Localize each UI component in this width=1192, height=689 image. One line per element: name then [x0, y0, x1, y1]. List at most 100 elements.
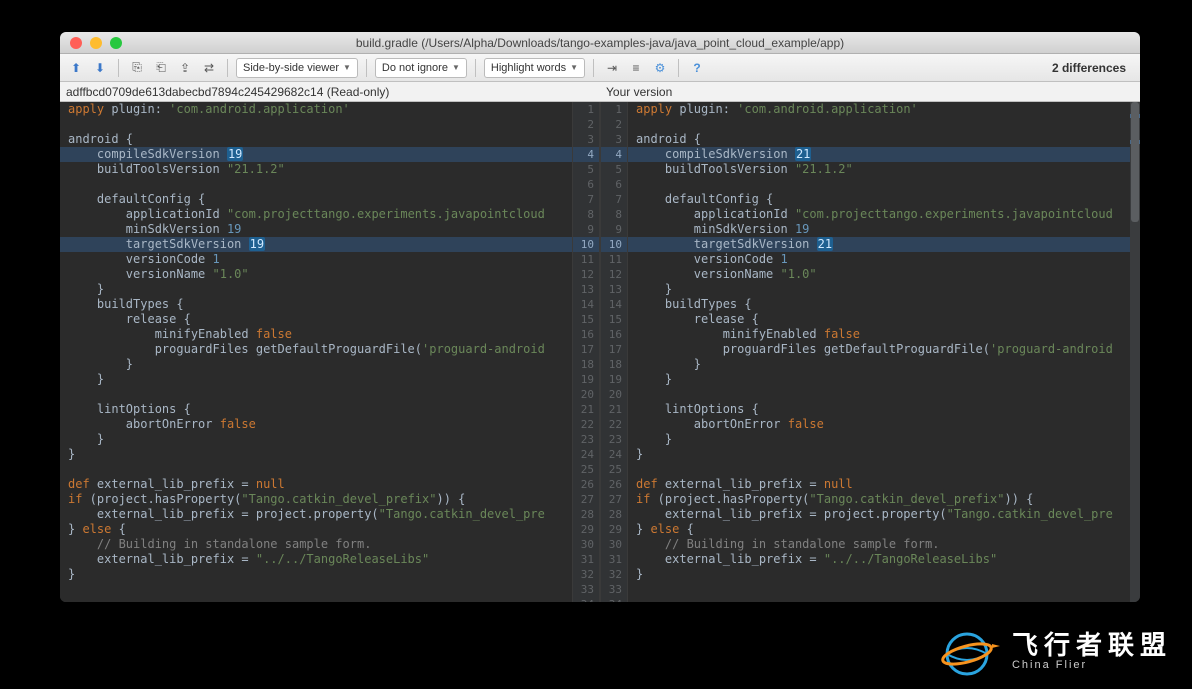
code-line[interactable] — [628, 597, 1140, 602]
code-line[interactable]: apply plugin: 'com.android.application' — [628, 102, 1140, 117]
code-line[interactable]: if (project.hasProperty("Tango.catkin_de… — [60, 492, 572, 507]
code-line[interactable]: external_lib_prefix = "../../TangoReleas… — [628, 552, 1140, 567]
close-icon[interactable] — [70, 37, 82, 49]
code-line[interactable]: } — [60, 372, 572, 387]
code-line[interactable]: minSdkVersion 19 — [628, 222, 1140, 237]
gutter-row[interactable]: 1919 — [572, 372, 628, 387]
code-line[interactable]: } — [60, 432, 572, 447]
gutter-row[interactable]: 22 — [572, 117, 628, 132]
zoom-icon[interactable] — [110, 37, 122, 49]
code-line[interactable]: defaultConfig { — [628, 192, 1140, 207]
code-line[interactable]: compileSdkVersion 19 — [60, 147, 572, 162]
gutter-row[interactable]: 11 — [572, 102, 628, 117]
code-line[interactable]: lintOptions { — [60, 402, 572, 417]
gutter-row[interactable]: 2828 — [572, 507, 628, 522]
code-line[interactable]: proguardFiles getDefaultProguardFile('pr… — [60, 342, 572, 357]
code-line[interactable]: applicationId "com.projecttango.experime… — [628, 207, 1140, 222]
gutter-row[interactable]: 3232 — [572, 567, 628, 582]
code-line[interactable]: external_lib_prefix = "../../TangoReleas… — [60, 552, 572, 567]
code-line[interactable] — [60, 117, 572, 132]
gutter-row[interactable]: 2525 — [572, 462, 628, 477]
sync-scroll-icon[interactable]: ≡ — [626, 58, 646, 78]
code-line[interactable]: release { — [628, 312, 1140, 327]
ignore-mode-select[interactable]: Do not ignore ▼ — [375, 58, 467, 78]
gutter-row[interactable]: 33 — [572, 132, 628, 147]
swap-icon[interactable]: ⇄ — [199, 58, 219, 78]
code-line[interactable]: buildTypes { — [628, 297, 1140, 312]
code-line[interactable] — [628, 117, 1140, 132]
code-line[interactable]: release { — [60, 312, 572, 327]
scroll-thumb[interactable] — [1131, 102, 1139, 222]
code-line[interactable] — [60, 177, 572, 192]
code-line[interactable]: } — [628, 447, 1140, 462]
titlebar[interactable]: build.gradle (/Users/Alpha/Downloads/tan… — [60, 32, 1140, 54]
help-icon[interactable]: ? — [687, 58, 707, 78]
gutter-row[interactable]: 2222 — [572, 417, 628, 432]
gutter-row[interactable]: 1717 — [572, 342, 628, 357]
code-line[interactable]: proguardFiles getDefaultProguardFile('pr… — [628, 342, 1140, 357]
gutter-row[interactable]: 2323 — [572, 432, 628, 447]
highlight-mode-select[interactable]: Highlight words ▼ — [484, 58, 585, 78]
export-icon[interactable]: ⇪ — [175, 58, 195, 78]
collapse-icon[interactable]: ⇥ — [602, 58, 622, 78]
gutter-row[interactable]: 3333 — [572, 582, 628, 597]
minimize-icon[interactable] — [90, 37, 102, 49]
code-line[interactable] — [628, 387, 1140, 402]
gutter-row[interactable]: 2727 — [572, 492, 628, 507]
code-line[interactable]: versionName "1.0" — [60, 267, 572, 282]
left-pane[interactable]: apply plugin: 'com.android.application' a… — [60, 102, 572, 602]
code-line[interactable] — [60, 462, 572, 477]
code-line[interactable]: minifyEnabled false — [628, 327, 1140, 342]
code-line[interactable] — [60, 597, 572, 602]
code-line[interactable]: targetSdkVersion 21 — [628, 237, 1140, 252]
gutter-row[interactable]: 1313 — [572, 282, 628, 297]
code-line[interactable]: } — [628, 372, 1140, 387]
code-line[interactable]: } — [628, 567, 1140, 582]
code-line[interactable]: external_lib_prefix = project.property("… — [60, 507, 572, 522]
code-line[interactable]: versionCode 1 — [60, 252, 572, 267]
gutter-row[interactable]: 2020 — [572, 387, 628, 402]
code-line[interactable]: def external_lib_prefix = null — [628, 477, 1140, 492]
gutter-row[interactable]: 55 — [572, 162, 628, 177]
gutter-row[interactable]: 99 — [572, 222, 628, 237]
code-line[interactable]: } else { — [60, 522, 572, 537]
code-line[interactable]: buildToolsVersion "21.1.2" — [628, 162, 1140, 177]
code-line[interactable]: apply plugin: 'com.android.application' — [60, 102, 572, 117]
compare-next-file-icon[interactable]: ⎗ — [151, 58, 171, 78]
code-line[interactable]: } — [60, 282, 572, 297]
code-line[interactable]: defaultConfig { — [60, 192, 572, 207]
code-line[interactable]: buildTypes { — [60, 297, 572, 312]
code-line[interactable] — [628, 177, 1140, 192]
code-line[interactable]: versionName "1.0" — [628, 267, 1140, 282]
line-number-gutter[interactable]: 1122334455667788991010111112121313141415… — [572, 102, 628, 602]
gutter-row[interactable]: 1616 — [572, 327, 628, 342]
compare-prev-file-icon[interactable]: ⎘ — [127, 58, 147, 78]
code-line[interactable]: applicationId "com.projecttango.experime… — [60, 207, 572, 222]
next-diff-button[interactable]: ⬇ — [90, 58, 110, 78]
code-line[interactable]: } — [60, 357, 572, 372]
prev-diff-button[interactable]: ⬆ — [66, 58, 86, 78]
code-line[interactable]: abortOnError false — [628, 417, 1140, 432]
code-line[interactable]: buildToolsVersion "21.1.2" — [60, 162, 572, 177]
code-line[interactable] — [60, 582, 572, 597]
viewer-mode-select[interactable]: Side-by-side viewer ▼ — [236, 58, 358, 78]
right-pane[interactable]: apply plugin: 'com.android.application' a… — [628, 102, 1140, 602]
gutter-row[interactable]: 1010 — [572, 237, 628, 252]
code-line[interactable]: // Building in standalone sample form. — [628, 537, 1140, 552]
code-line[interactable]: android { — [628, 132, 1140, 147]
gutter-row[interactable]: 88 — [572, 207, 628, 222]
gutter-row[interactable]: 1111 — [572, 252, 628, 267]
code-line[interactable] — [628, 462, 1140, 477]
gutter-row[interactable]: 1212 — [572, 267, 628, 282]
gutter-row[interactable]: 2626 — [572, 477, 628, 492]
code-line[interactable]: abortOnError false — [60, 417, 572, 432]
settings-icon[interactable]: ⚙ — [650, 58, 670, 78]
code-line[interactable]: } — [628, 357, 1140, 372]
gutter-row[interactable]: 77 — [572, 192, 628, 207]
code-line[interactable]: } else { — [628, 522, 1140, 537]
code-line[interactable]: targetSdkVersion 19 — [60, 237, 572, 252]
gutter-row[interactable]: 3434 — [572, 597, 628, 602]
gutter-row[interactable]: 1414 — [572, 297, 628, 312]
code-line[interactable]: android { — [60, 132, 572, 147]
gutter-row[interactable]: 3131 — [572, 552, 628, 567]
